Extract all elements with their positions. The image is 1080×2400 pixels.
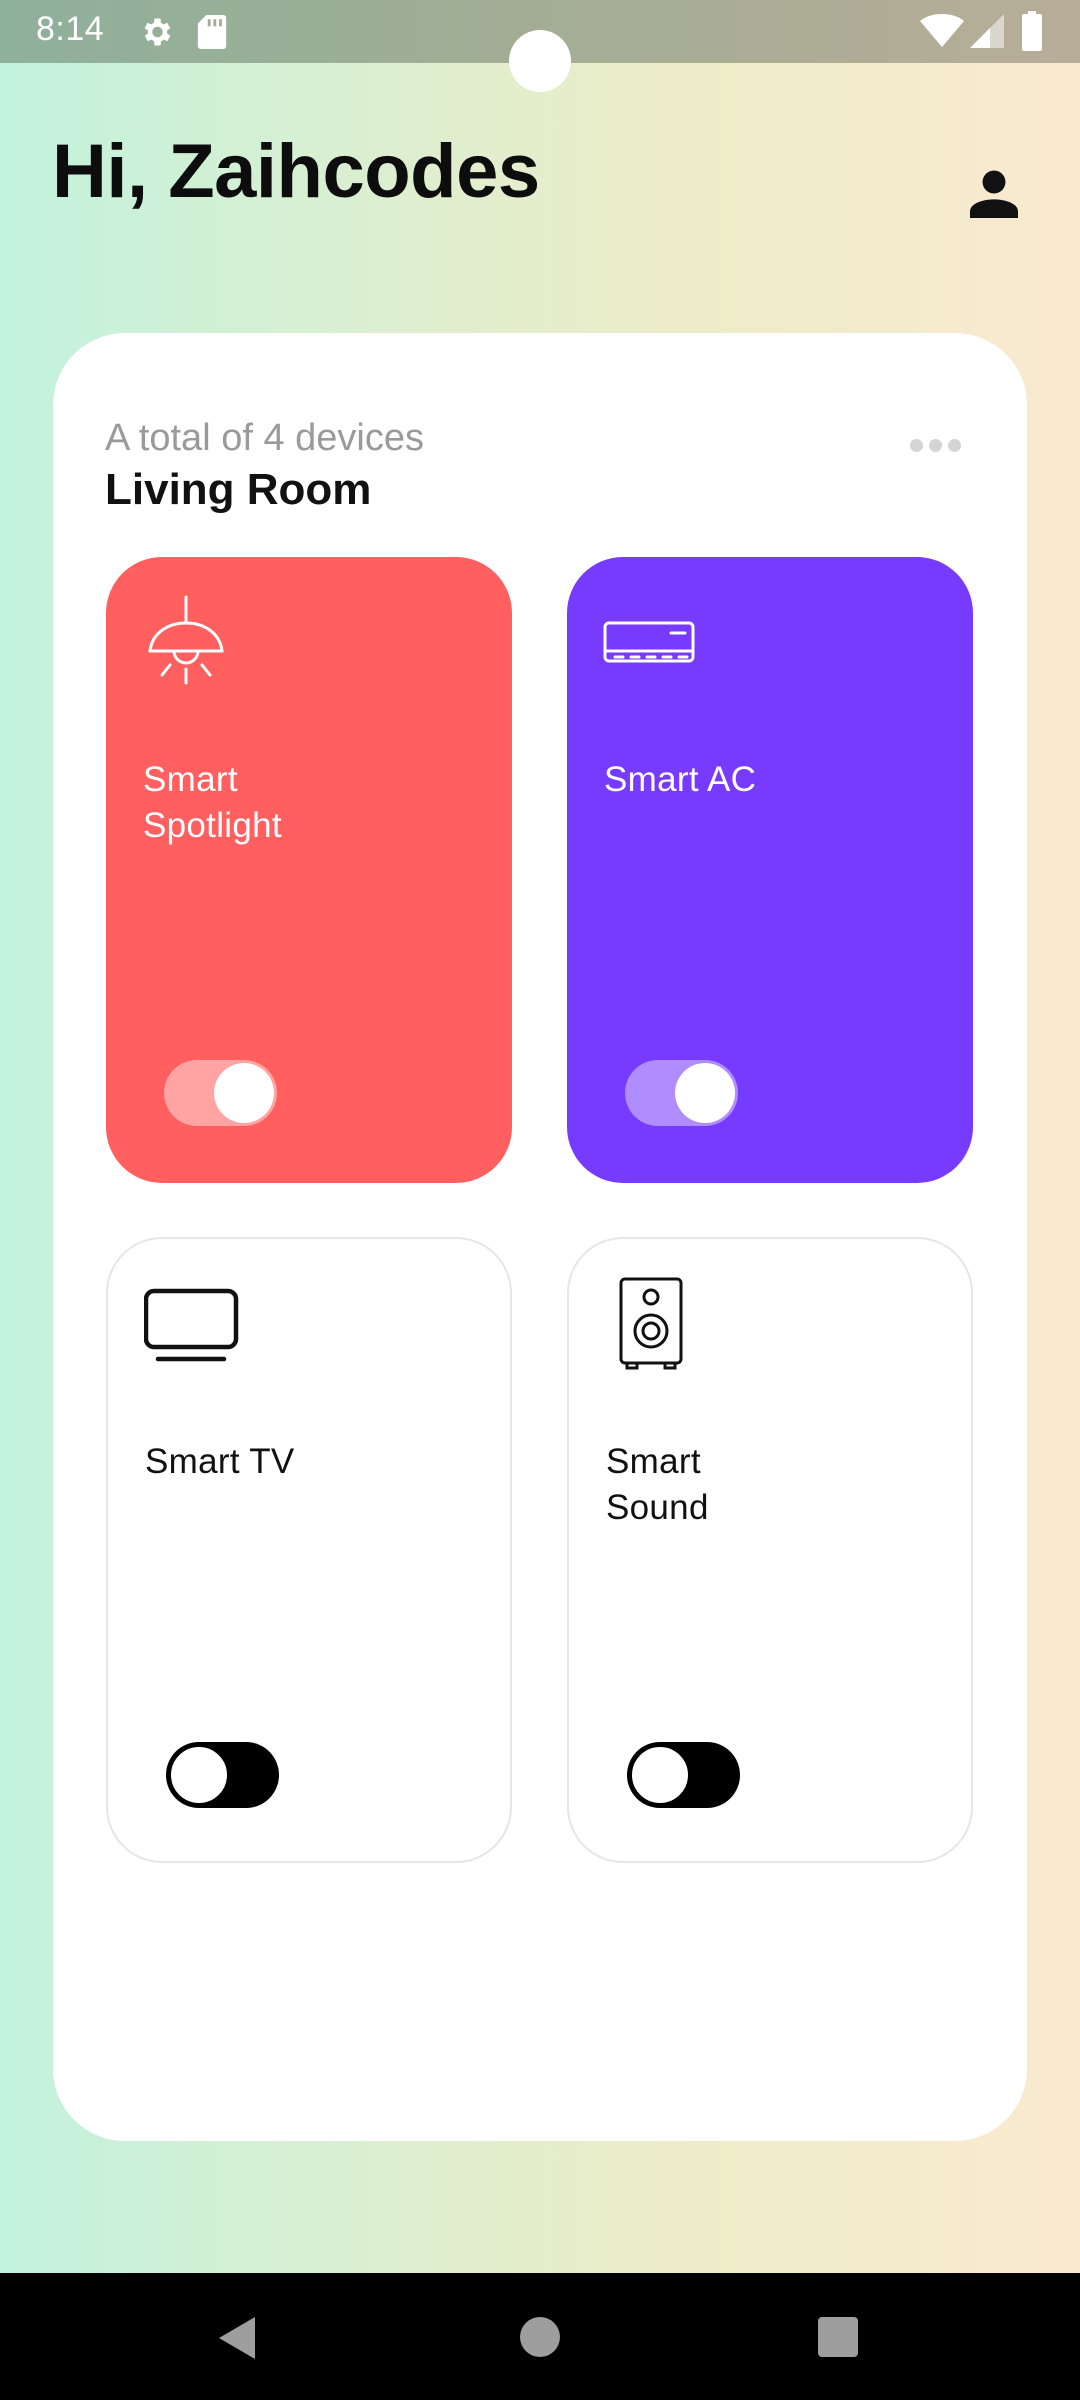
device-name: Smart Sound [606,1442,709,1527]
device-count: A total of 4 devices [105,417,424,459]
tv-icon [144,1288,239,1362]
recents-icon[interactable] [818,2317,858,2357]
air-conditioner-icon [603,621,695,663]
device-toggle[interactable] [166,1742,279,1808]
status-time: 8:14 [36,10,105,48]
device-tile-smart-tv[interactable]: Smart TV [106,1237,512,1863]
ceiling-lamp-icon [148,595,224,685]
signal-icon [970,14,1004,48]
speaker-icon [619,1277,683,1370]
home-icon[interactable] [520,2317,560,2357]
device-tile-smart-ac[interactable]: Smart AC [567,557,973,1183]
toggle-knob [214,1063,274,1123]
device-name: Smart AC [604,760,757,799]
device-tile-smart-sound[interactable]: Smart Sound [567,1237,973,1863]
camera-cutout [509,30,571,92]
gear-icon [144,18,171,46]
more-horizontal-icon [909,438,923,452]
toggle-knob [169,1745,229,1805]
device-toggle[interactable] [625,1060,738,1126]
more-options-button[interactable] [907,433,963,457]
person-icon[interactable] [962,162,1026,226]
back-icon[interactable] [215,2313,265,2363]
greeting-title: Hi, Zaihcodes [52,129,540,214]
toggle-knob [630,1745,690,1805]
toggle-knob [675,1063,735,1123]
system-nav-bar [0,2273,1080,2400]
device-toggle[interactable] [164,1060,277,1126]
device-name: Smart TV [145,1442,295,1481]
device-name: Smart Spotlight [143,760,282,845]
wifi-icon [920,14,964,47]
device-toggle[interactable] [627,1742,740,1808]
room-card: A total of 4 devices Living Room Smart S… [53,333,1027,2141]
sd-card-icon [197,15,227,49]
room-name: Living Room [105,465,372,514]
device-tile-smart-spotlight[interactable]: Smart Spotlight [106,557,512,1183]
battery-icon [1022,11,1042,51]
